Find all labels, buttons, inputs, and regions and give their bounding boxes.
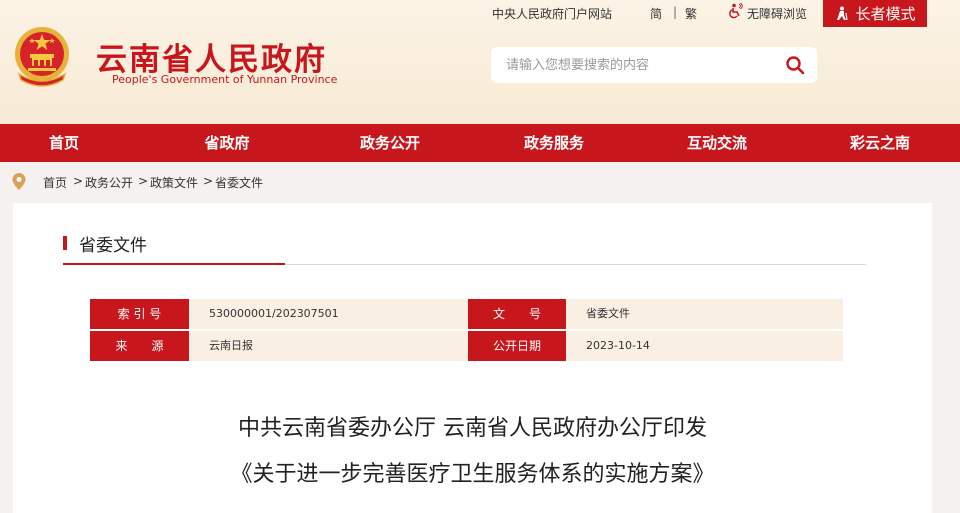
document-title-line-1: 中共云南省委办公厅 云南省人民政府办公厅印发 xyxy=(238,416,707,441)
publish-date-label: 公开日期 xyxy=(468,331,566,361)
document-number-label: 文 号 xyxy=(468,299,566,329)
nav-item-government-services[interactable]: 政务服务 xyxy=(524,124,584,162)
search-icon[interactable] xyxy=(785,55,805,75)
publish-date-value: 2023-10-14 xyxy=(566,331,843,361)
section-title: 省委文件 xyxy=(79,236,147,256)
content-card: 省委文件 索 引 号 530000001/202307501 文 号 省委文件 … xyxy=(13,203,932,513)
elder-mode-button[interactable]: 长者模式 xyxy=(823,0,927,27)
nav-item-home[interactable]: 首页 xyxy=(49,124,79,162)
source-label: 来 源 xyxy=(90,331,189,361)
breadcrumb-separator: > xyxy=(73,174,84,188)
breadcrumb-home[interactable]: 首页 xyxy=(43,174,67,191)
elder-person-icon xyxy=(837,6,849,21)
section-divider-accent xyxy=(63,263,285,265)
nav-item-colorful-yunnan[interactable]: 彩云之南 xyxy=(850,124,910,162)
index-number-label: 索 引 号 xyxy=(90,299,189,329)
breadcrumb-separator: > xyxy=(138,174,149,188)
national-emblem-icon xyxy=(15,27,69,87)
site-header: 云南省人民政府 People's Government of Yunnan Pr… xyxy=(0,0,960,124)
central-portal-link[interactable]: 中央人民政府门户网站 xyxy=(492,5,612,22)
elder-mode-label: 长者模式 xyxy=(855,5,916,23)
document-number-value: 省委文件 xyxy=(566,299,843,329)
nav-item-interaction[interactable]: 互动交流 xyxy=(687,124,747,162)
location-pin-icon xyxy=(12,173,26,190)
nav-item-government-affairs[interactable]: 政务公开 xyxy=(360,124,420,162)
nav-item-provincial-government[interactable]: 省政府 xyxy=(204,124,249,162)
traditional-chinese-link[interactable]: 繁 xyxy=(685,5,697,22)
language-separator: | xyxy=(673,5,678,19)
breadcrumb-government-affairs[interactable]: 政务公开 xyxy=(85,174,133,191)
index-number-value: 530000001/202307501 xyxy=(189,299,468,329)
breadcrumb-policy-documents[interactable]: 政策文件 xyxy=(150,174,198,191)
breadcrumb-provincial-committee-documents[interactable]: 省委文件 xyxy=(215,174,263,191)
accessibility-link[interactable]: 无障碍浏览 xyxy=(747,5,807,22)
search-box xyxy=(491,47,817,83)
breadcrumb-separator: > xyxy=(203,174,214,188)
source-value: 云南日报 xyxy=(189,331,468,361)
simplified-chinese-link[interactable]: 简 xyxy=(650,5,662,22)
breadcrumb: 首页 > 政务公开 > 政策文件 > 省委文件 xyxy=(0,162,960,202)
document-title-line-2: 《关于进一步完善医疗卫生服务体系的实施方案》 xyxy=(230,462,715,487)
site-subtitle: People's Government of Yunnan Province xyxy=(112,73,338,86)
section-accent-bar xyxy=(63,236,67,250)
main-nav: 首页 省政府 政务公开 政务服务 互动交流 彩云之南 xyxy=(0,124,960,162)
accessibility-icon[interactable] xyxy=(728,3,744,19)
search-input[interactable] xyxy=(506,56,776,74)
